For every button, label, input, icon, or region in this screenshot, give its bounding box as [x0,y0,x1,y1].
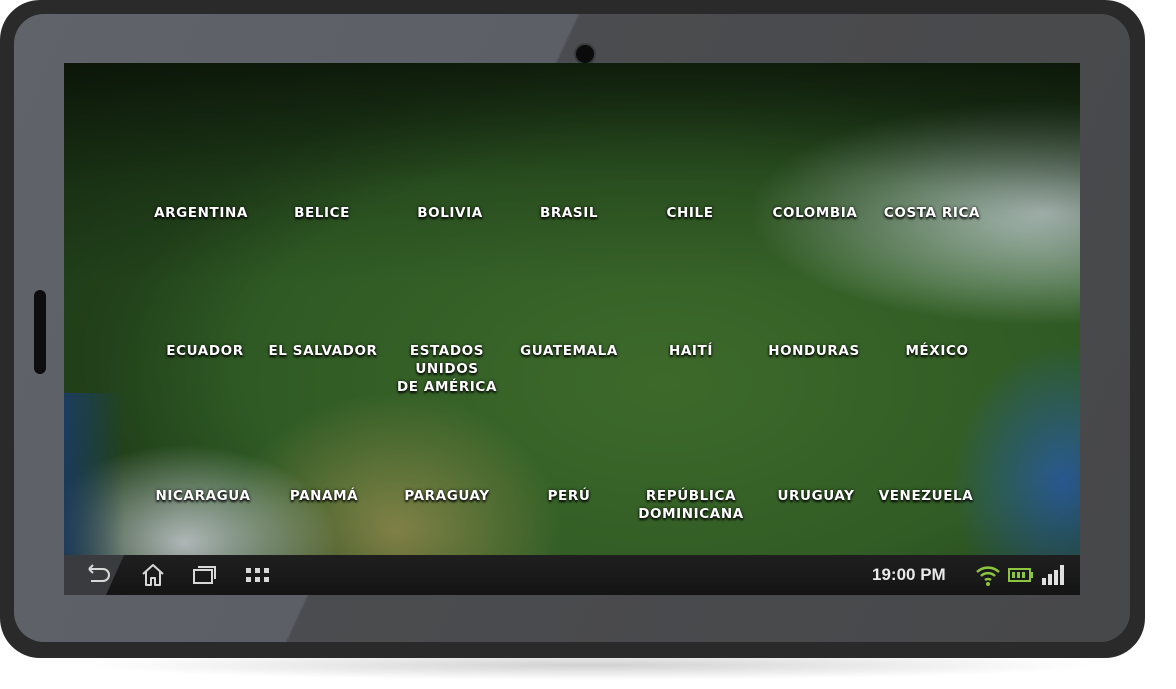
country-peru[interactable]: PERÚ [506,487,632,505]
country-bolivia[interactable]: BOLIVIA [387,204,513,222]
map-background [64,63,1080,555]
country-belice[interactable]: BELICE [259,204,385,222]
country-mexico[interactable]: MÉXICO [874,342,1000,360]
home-icon[interactable] [139,561,167,589]
side-button [34,290,46,374]
country-costa-rica[interactable]: COSTA RICA [869,204,995,222]
country-colombia[interactable]: COLOMBIA [752,204,878,222]
country-guatemala[interactable]: GUATEMALA [506,342,632,360]
country-honduras[interactable]: HONDURAS [751,342,877,360]
signal-icon [1040,563,1066,587]
country-ecuador[interactable]: ECUADOR [142,342,268,360]
country-paraguay[interactable]: PARAGUAY [384,487,510,505]
country-uruguay[interactable]: URUGUAY [753,487,879,505]
tablet-screen: ARGENTINA BELICE BOLIVIA BRASIL CHILE CO… [64,63,1080,555]
country-chile[interactable]: CHILE [627,204,753,222]
country-republica-dominicana[interactable]: REPÚBLICA DOMINICANA [628,487,754,523]
country-panama[interactable]: PANAMÁ [261,487,387,505]
front-camera [576,45,594,63]
country-nicaragua[interactable]: NICARAGUA [140,487,266,505]
country-haiti[interactable]: HAITÍ [628,342,754,360]
country-argentina[interactable]: ARGENTINA [138,204,264,222]
back-icon[interactable] [84,561,112,589]
battery-icon [1008,563,1034,587]
apps-grid-icon[interactable] [244,561,272,589]
country-estados-unidos[interactable]: ESTADOS UNIDOS DE AMÉRICA [384,342,510,396]
wifi-icon [975,563,1001,587]
country-brasil[interactable]: BRASIL [506,204,632,222]
recent-apps-icon[interactable] [190,561,218,589]
country-el-salvador[interactable]: EL SALVADOR [260,342,386,360]
system-nav-bar: 19:00 PM [64,555,1080,595]
country-venezuela[interactable]: VENEZUELA [863,487,989,505]
status-clock: 19:00 PM [872,565,946,584]
